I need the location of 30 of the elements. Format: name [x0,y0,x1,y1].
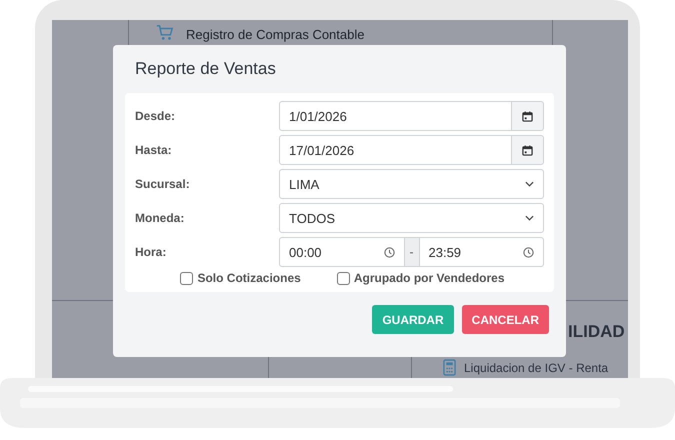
field-label: Desde: [135,109,176,123]
checkbox-label: Solo Cotizaciones [197,271,301,285]
field-label: Hora: [135,245,168,259]
checkbox[interactable] [336,272,350,284]
cart-icon [156,24,174,42]
menu-item[interactable]: Liquidacion de IGV - Renta [464,361,608,375]
dialog-title: Reporte de Ventas [134,59,277,79]
time-field[interactable]: 23:59 [418,237,544,267]
checkbox[interactable] [180,272,194,284]
calendar-button[interactable] [512,101,544,131]
section-heading: ILIDAD [568,322,625,342]
menu-item[interactable]: Registro de Compras Contable [186,27,364,42]
clock-icon [384,246,394,258]
calendar-icon [522,110,533,122]
chevron-down-icon [525,181,534,187]
calculator-icon [443,359,456,376]
calendar-icon [522,144,533,156]
time-field[interactable]: 00:00 [279,237,404,267]
field-label: Sucursal: [135,177,191,191]
clock-icon [523,246,534,258]
field-label: Moneda: [135,211,186,225]
calendar-button[interactable] [512,135,544,165]
select-field[interactable]: TODOS [279,203,544,233]
field-label: Hasta: [135,143,173,157]
chevron-down-icon [525,215,534,221]
select-field[interactable]: LIMA [279,169,544,199]
date-field[interactable]: 17/01/2026 [279,135,512,165]
date-field[interactable]: 1/01/2026 [279,101,512,131]
checkbox-label: Agrupado por Vendedores [354,271,505,285]
range-separator: - [404,237,418,267]
